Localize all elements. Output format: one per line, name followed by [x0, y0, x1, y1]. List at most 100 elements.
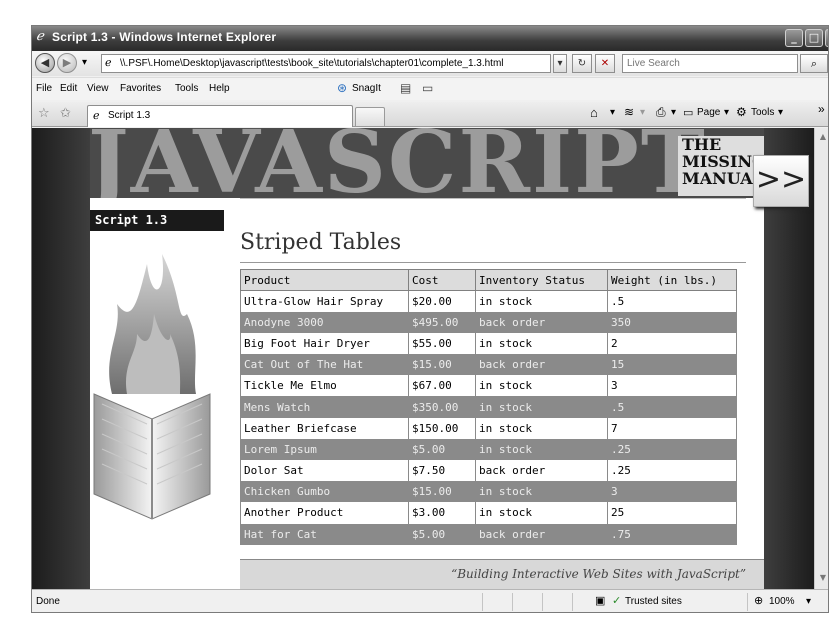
page-icon: ℯ: [93, 110, 100, 122]
page-menu-button[interactable]: Page: [697, 107, 720, 118]
home-icon[interactable]: ⌂: [590, 105, 598, 120]
menu-view[interactable]: View: [87, 83, 109, 94]
chevron-down-icon[interactable]: ▾: [806, 596, 811, 607]
address-url: \\.PSF\.Home\Desktop\javascript\tests\bo…: [120, 58, 504, 69]
cell-product: Tickle Me Elmo: [240, 375, 409, 397]
new-tab-button[interactable]: [355, 107, 385, 126]
banner-javascript-logo: JAVASCRIPT: [90, 128, 707, 198]
missing-manual-badge: THE MISSING MANUAL: [678, 136, 764, 196]
chevron-down-icon[interactable]: ▾: [724, 107, 729, 118]
close-button[interactable]: X: [825, 29, 828, 47]
favorites-star-icon[interactable]: ☆: [38, 106, 50, 121]
cell-inventory-status: in stock: [475, 481, 608, 503]
cell-cost: $3.00: [408, 502, 476, 524]
cell-inventory-status: back order: [475, 523, 608, 545]
minimize-button[interactable]: _: [785, 29, 803, 47]
menu-tools[interactable]: Tools: [175, 83, 198, 94]
web-page: JAVASCRIPT THE MISSING MANUAL Script 1.3: [90, 128, 764, 589]
table-row: Leather Briefcase $150.00 in stock 7: [240, 417, 737, 439]
protected-mode-icon[interactable]: ▣: [595, 594, 605, 607]
cell-product: Anodyne 3000: [240, 311, 409, 333]
snagit-edit-icon[interactable]: ▭: [422, 81, 433, 95]
cell-weight: 25: [607, 502, 737, 524]
cell-cost: $150.00: [408, 417, 476, 439]
menu-favorites[interactable]: Favorites: [120, 83, 161, 94]
address-dropdown-button[interactable]: ▾: [553, 54, 567, 73]
page-icon: ℯ: [105, 57, 112, 69]
menu-file[interactable]: File: [36, 83, 52, 94]
cell-weight: 7: [607, 417, 737, 439]
cell-cost: $495.00: [408, 311, 476, 333]
divider: [542, 593, 543, 611]
chevron-down-icon[interactable]: ▾: [778, 107, 783, 118]
address-toolbar: ◀ ▶ ▾ ℯ \\.PSF\.Home\Desktop\javascript\…: [32, 51, 828, 76]
chevron-down-icon[interactable]: ▾: [640, 107, 645, 118]
cell-cost: $20.00: [408, 290, 476, 312]
forward-icon[interactable]: ▶: [57, 53, 77, 73]
divider: [747, 593, 748, 611]
cell-cost: $15.00: [408, 481, 476, 503]
cell-weight: 3: [607, 375, 737, 397]
page-viewport: JAVASCRIPT THE MISSING MANUAL Script 1.3: [32, 128, 814, 589]
cell-inventory-status: in stock: [475, 438, 608, 460]
chevron-down-icon[interactable]: ▾: [671, 107, 676, 118]
address-field[interactable]: ℯ \\.PSF\.Home\Desktop\javascript\tests\…: [101, 54, 551, 73]
search-input[interactable]: [622, 54, 798, 73]
ie-icon: ℯ: [36, 29, 44, 44]
cell-product: Mens Watch: [240, 396, 409, 418]
tab-script-1-3[interactable]: ℯ Script 1.3: [87, 105, 353, 127]
menu-edit[interactable]: Edit: [60, 83, 77, 94]
page-icon: ▭: [683, 107, 694, 119]
cell-cost: $5.00: [408, 523, 476, 545]
scroll-up-icon[interactable]: ▲: [817, 132, 828, 144]
column-header-inventory-status: Inventory Status: [475, 269, 608, 291]
cell-product: Another Product: [240, 502, 409, 524]
divider: [512, 593, 513, 611]
print-icon[interactable]: ⎙: [656, 105, 666, 120]
chevron-down-icon[interactable]: ▾: [610, 107, 615, 118]
column-header-cost: Cost: [408, 269, 476, 291]
cell-product: Dolor Sat: [240, 460, 409, 482]
title-bar[interactable]: ℯ Script 1.3 - Windows Internet Explorer…: [32, 26, 828, 51]
site-banner: JAVASCRIPT THE MISSING MANUAL: [90, 128, 764, 198]
maximize-button[interactable]: □: [805, 29, 823, 47]
divider: [482, 593, 483, 611]
column-header-weight: Weight (in lbs.): [607, 269, 737, 291]
tools-menu-button[interactable]: Tools: [751, 107, 774, 118]
vertical-scrollbar[interactable]: ▲ ▼: [814, 128, 828, 589]
cell-weight: 2: [607, 332, 737, 355]
striped-table: Product Cost Inventory Status Weight (in…: [240, 269, 737, 545]
next-arrow-button[interactable]: >>: [753, 155, 809, 207]
table-row: Hat for Cat $5.00 back order .75: [240, 523, 737, 545]
menu-help[interactable]: Help: [209, 83, 230, 94]
cell-cost: $15.00: [408, 354, 476, 376]
cell-weight: 3: [607, 481, 737, 503]
table-body: Ultra-Glow Hair Spray $20.00 in stock .5 Ano…: [240, 290, 737, 545]
table-row: Dolor Sat $7.50 back order .25: [240, 460, 737, 482]
menu-bar: File Edit View Favorites Tools Help ⊛ Sn…: [32, 77, 828, 100]
table-row: Tickle Me Elmo $67.00 in stock 3: [240, 375, 737, 397]
snagit-icon[interactable]: ⊛: [337, 81, 347, 95]
cell-inventory-status: in stock: [475, 290, 608, 312]
add-favorites-icon[interactable]: ✩: [60, 106, 71, 121]
snagit-window-icon[interactable]: ▤: [400, 81, 411, 95]
recent-pages-dropdown[interactable]: ▾: [82, 57, 87, 68]
feeds-icon[interactable]: ≋: [624, 105, 634, 119]
cell-inventory-status: back order: [475, 311, 608, 333]
scroll-down-icon[interactable]: ▼: [817, 573, 828, 585]
security-zone-text[interactable]: Trusted sites: [625, 596, 682, 607]
refresh-button[interactable]: ↻: [572, 54, 592, 73]
cell-cost: $350.00: [408, 396, 476, 418]
stop-button[interactable]: ✕: [595, 54, 615, 73]
badge-line: MANUAL: [682, 169, 764, 188]
back-icon[interactable]: ◀: [35, 53, 55, 73]
flaming-book-illustration: [93, 254, 211, 520]
table-row: Chicken Gumbo $15.00 in stock 3: [240, 481, 737, 503]
cell-inventory-status: in stock: [475, 396, 608, 418]
search-icon[interactable]: ⌕: [800, 54, 828, 73]
cell-weight: .5: [607, 290, 737, 312]
zoom-level[interactable]: 100%: [769, 596, 795, 607]
page-footer: “Building Interactive Web Sites with Jav…: [240, 559, 764, 589]
snagit-button[interactable]: SnagIt: [352, 83, 381, 94]
toolbar-overflow-icon[interactable]: »: [818, 102, 825, 116]
